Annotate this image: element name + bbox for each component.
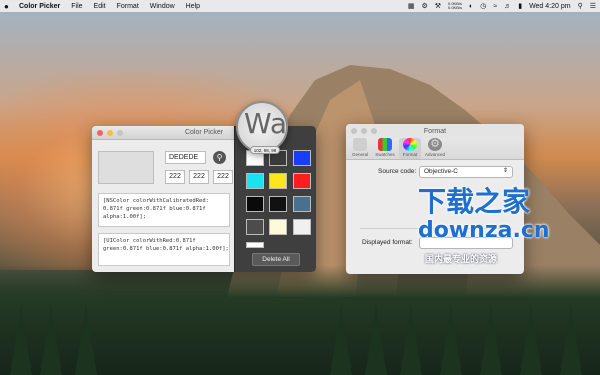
swatches-icon: [378, 138, 392, 151]
uicolor-code-box[interactable]: [UIColor colorWithRed:0.871f green:0.871…: [98, 233, 230, 266]
color-loupe[interactable]: Wa 102, 98, 98: [236, 101, 288, 154]
time-machine-icon[interactable]: ◷: [480, 2, 486, 10]
source-code-value: Objective-C: [424, 168, 458, 175]
tab-swatches-label: Swatches: [375, 152, 395, 157]
zoom-button[interactable]: [117, 130, 123, 136]
window-title: Color Picker: [184, 129, 224, 136]
prefs-title: Format: [423, 127, 447, 135]
color-wheel-icon: [403, 138, 417, 151]
color-swatch[interactable]: [269, 196, 287, 212]
close-button[interactable]: [97, 130, 103, 136]
color-swatch[interactable]: [246, 242, 264, 248]
apple-menu-icon[interactable]: ●: [4, 2, 13, 11]
wrench-icon[interactable]: ⚒: [435, 2, 441, 10]
color-swatch[interactable]: [293, 219, 311, 235]
minimize-button[interactable]: [107, 130, 113, 136]
prefs-minimize-button[interactable]: [361, 128, 367, 134]
menu-bar: ● Color Picker File Edit Format Window H…: [0, 0, 600, 12]
switch-icon: [353, 138, 367, 151]
gear-status-icon[interactable]: ⚙: [421, 2, 427, 10]
battery-icon[interactable]: ▮: [518, 2, 522, 10]
blue-field[interactable]: 222: [213, 170, 233, 184]
loupe-magnified-text: Wa: [244, 107, 288, 140]
nscolor-code-box[interactable]: [NSColor colorWithCalibratedRed: 0.871f …: [98, 193, 230, 227]
menu-format[interactable]: Format: [117, 3, 139, 10]
tab-swatches[interactable]: Swatches: [374, 138, 396, 159]
chevron-updown-icon: ⇕: [502, 168, 508, 174]
tab-advanced-label: Advanced: [424, 152, 445, 157]
watermark-domain: downza.cn: [418, 218, 550, 243]
color-swatch[interactable]: [269, 219, 287, 235]
menubar-clock[interactable]: Wed 4:20 pm: [529, 3, 571, 10]
volume-icon[interactable]: ♬: [504, 3, 511, 10]
source-code-select[interactable]: Objective-C ⇕: [419, 166, 513, 178]
hex-field[interactable]: DEDEDE: [165, 151, 206, 164]
color-swatch[interactable]: [293, 196, 311, 212]
color-swatch[interactable]: [293, 150, 311, 166]
menu-window[interactable]: Window: [150, 3, 175, 10]
preferences-titlebar[interactable]: Format: [346, 124, 524, 138]
prefs-close-button[interactable]: [351, 128, 357, 134]
prefs-zoom-button[interactable]: [371, 128, 377, 134]
magnifier-button[interactable]: ⚲: [213, 151, 226, 164]
circle-status-icon[interactable]: ◐: [469, 3, 473, 10]
wallpaper-forest: [0, 265, 600, 375]
grid-icon[interactable]: ▦: [408, 2, 415, 10]
watermark-title: 下载之家: [418, 185, 531, 218]
magnifier-icon: ⚲: [216, 153, 223, 162]
color-swatch[interactable]: [246, 173, 264, 189]
notification-center-icon[interactable]: ☰: [590, 2, 596, 10]
menu-help[interactable]: Help: [186, 3, 200, 10]
watermark-slogan: 国内最专业的资源: [425, 255, 498, 265]
color-swatch[interactable]: [293, 173, 311, 189]
color-swatch[interactable]: [246, 196, 264, 212]
loupe-rgb-readout: 102, 98, 98: [250, 146, 280, 154]
gear-icon: ⚙: [428, 138, 442, 151]
prefs-toolbar: General Swatches Format ⚙ Advanced: [346, 138, 524, 160]
tab-format[interactable]: Format: [399, 138, 421, 159]
color-preview: [98, 151, 154, 184]
tab-general-label: General: [351, 152, 368, 157]
net-speed-down: 0.0KB/s: [448, 5, 463, 10]
color-swatch[interactable]: [269, 173, 287, 189]
app-menu[interactable]: Color Picker: [19, 3, 60, 10]
source-code-label: Source code:: [378, 168, 417, 175]
displayed-format-label: Displayed format:: [362, 239, 413, 246]
spotlight-search-icon[interactable]: ⚲: [578, 2, 583, 10]
menu-file[interactable]: File: [71, 3, 82, 10]
red-field[interactable]: 222: [165, 170, 185, 184]
color-swatch[interactable]: [246, 219, 264, 235]
wifi-icon[interactable]: ≈: [493, 3, 497, 10]
tab-advanced[interactable]: ⚙ Advanced: [424, 138, 446, 159]
delete-all-button[interactable]: Delete All: [252, 253, 300, 266]
green-field[interactable]: 222: [189, 170, 209, 184]
menu-edit[interactable]: Edit: [94, 3, 106, 10]
tab-format-label: Format: [402, 152, 418, 157]
network-speed[interactable]: 0.0KB/s 0.0KB/s: [448, 2, 462, 10]
tab-general[interactable]: General: [349, 138, 371, 159]
